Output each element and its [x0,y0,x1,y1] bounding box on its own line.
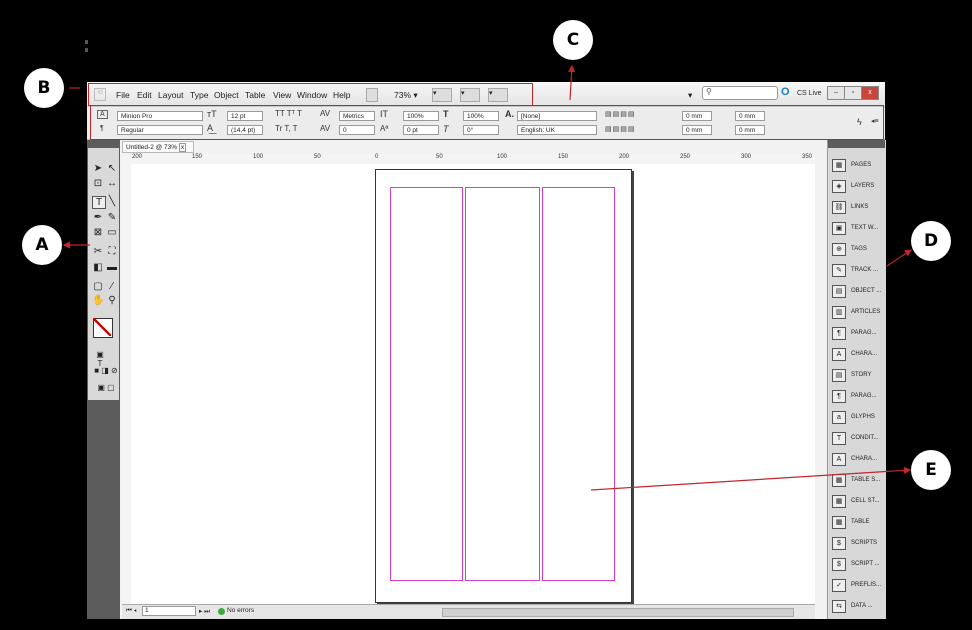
annotation-arrows [62,64,912,491]
